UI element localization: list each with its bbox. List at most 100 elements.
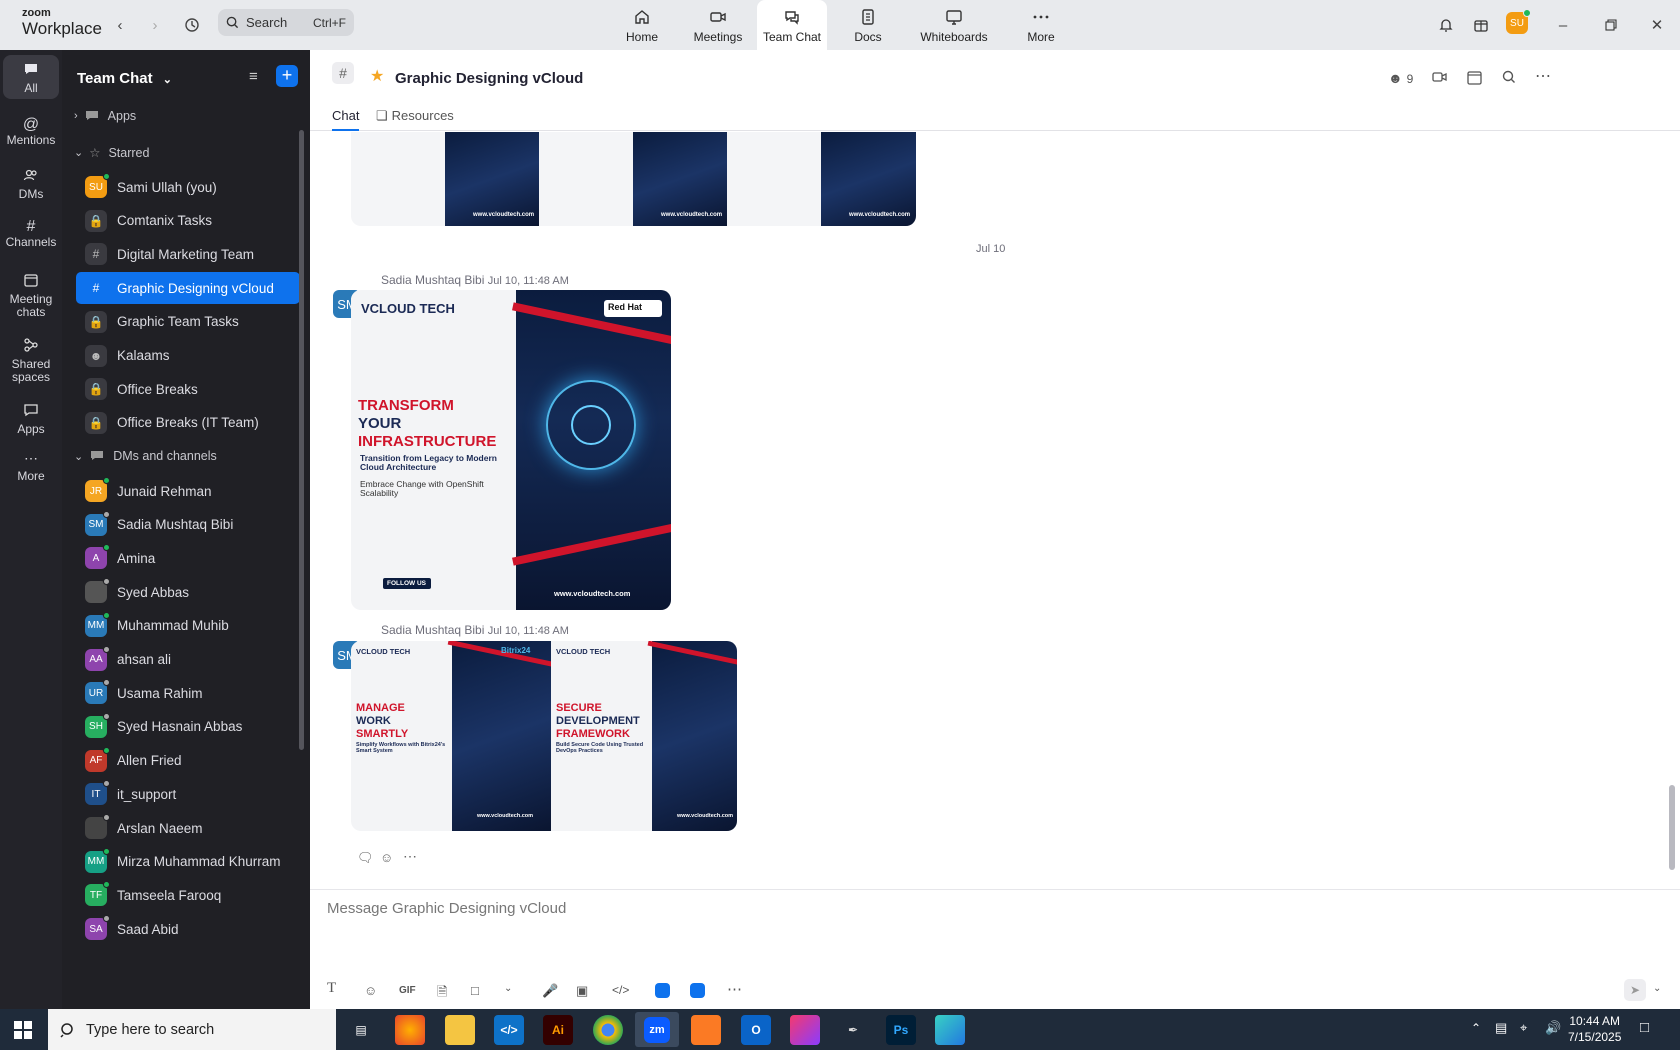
taskbar-clock[interactable]: 10:44 AM 7/15/2025 xyxy=(1568,1013,1621,1045)
xampp-icon[interactable] xyxy=(691,1015,721,1045)
back-arrow-icon[interactable]: ‹ xyxy=(108,13,132,37)
video-camera-icon[interactable] xyxy=(1432,70,1448,87)
screenshot-icon[interactable]: □ xyxy=(471,983,479,998)
more-options-icon[interactable]: ⋯ xyxy=(1535,66,1551,86)
code-snippet-icon[interactable]: </> xyxy=(612,983,629,997)
star-filled-icon[interactable]: ★ xyxy=(370,66,384,86)
chevron-down-icon[interactable]: ⌄ xyxy=(504,983,512,994)
windows-start-icon[interactable] xyxy=(14,1021,32,1044)
tab-chat[interactable]: Chat xyxy=(332,108,360,131)
text-format-icon[interactable]: T xyxy=(327,980,336,997)
pen-tool-icon[interactable]: ✒ xyxy=(838,1015,868,1045)
file-explorer-icon[interactable] xyxy=(445,1015,475,1045)
starred-item[interactable]: 🔒 Graphic Team Tasks xyxy=(76,306,300,338)
starred-item[interactable]: 🔒 Office Breaks xyxy=(76,373,300,405)
history-icon[interactable] xyxy=(180,13,204,37)
tab-meetings[interactable]: Meetings xyxy=(690,0,746,50)
tab-whiteboards[interactable]: Whiteboards xyxy=(918,0,990,50)
zoom-app-icon[interactable] xyxy=(655,983,670,998)
starred-item[interactable]: 🔒 Comtanix Tasks xyxy=(76,205,300,237)
dms-item[interactable]: IT it_support xyxy=(76,778,300,810)
restore-icon[interactable] xyxy=(1599,13,1623,37)
emoji-reaction-icon[interactable]: ☺ xyxy=(380,850,393,865)
message-2-author[interactable]: Sadia Mushtaq Bibi xyxy=(381,623,484,637)
dms-item[interactable]: AA ahsan ali xyxy=(76,644,300,676)
tab-docs[interactable]: Docs xyxy=(848,0,888,50)
starred-item[interactable]: # Graphic Designing vCloud xyxy=(76,272,300,305)
video-message-icon[interactable]: ▣ xyxy=(576,983,588,999)
rail-mentions[interactable]: @ Mentions xyxy=(0,112,62,151)
starred-section[interactable]: ⌄ ☆ Starred xyxy=(74,145,149,161)
creative-cloud-icon[interactable] xyxy=(790,1015,820,1045)
search-bar[interactable]: Search Ctrl+F xyxy=(218,9,354,36)
dms-item[interactable]: AF Allen Fried xyxy=(76,745,300,777)
tray-network-icon[interactable]: ▤ xyxy=(1495,1020,1507,1036)
starred-item[interactable]: # Digital Marketing Team xyxy=(76,238,300,270)
filter-icon[interactable]: ≡ xyxy=(249,68,258,85)
chrome-icon[interactable] xyxy=(593,1015,623,1045)
message-1-author[interactable]: Sadia Mushtaq Bibi xyxy=(381,273,484,287)
forward-arrow-icon[interactable]: › xyxy=(143,13,167,37)
gif-button[interactable]: GIF xyxy=(399,985,416,996)
dms-item[interactable]: Syed Abbas xyxy=(76,576,300,608)
tab-team-chat[interactable]: Team Chat xyxy=(757,0,827,50)
dms-item[interactable]: MM Mirza Muhammad Khurram xyxy=(76,846,300,878)
new-chat-button[interactable]: + xyxy=(276,65,298,87)
vscode-icon[interactable]: </> xyxy=(494,1015,524,1045)
more-tools-icon[interactable]: ⋯ xyxy=(727,980,742,998)
taskbar-search[interactable]: Type here to search xyxy=(48,1009,336,1050)
sidebar-scrollbar[interactable] xyxy=(299,130,304,750)
search-icon[interactable] xyxy=(1502,70,1516,87)
tab-more[interactable]: More xyxy=(1024,0,1058,50)
members-button[interactable]: ☻ 9 xyxy=(1388,70,1413,86)
close-icon[interactable]: ✕ xyxy=(1645,13,1669,37)
send-options-chevron-icon[interactable]: ⌄ xyxy=(1653,983,1661,994)
microphone-icon[interactable]: 🎤 xyxy=(542,983,558,999)
photoshop-icon[interactable]: Ps xyxy=(886,1015,916,1045)
dms-item[interactable]: UR Usama Rahim xyxy=(76,677,300,709)
reply-icon[interactable]: 🗨 xyxy=(357,850,374,866)
poster-pair[interactable]: VCLOUD TECH Bitrix24 MANAGE WORK SMARTLY… xyxy=(351,641,737,831)
bell-icon[interactable] xyxy=(1434,13,1458,37)
rail-more[interactable]: ⋯ More xyxy=(0,446,62,487)
calendar-gift-icon[interactable] xyxy=(1469,13,1493,37)
dms-item[interactable]: A Amina xyxy=(76,542,300,574)
tab-home[interactable]: Home xyxy=(620,0,664,50)
app-icon[interactable] xyxy=(935,1015,965,1045)
earlier-image-strip[interactable]: www.vcloudtech.com www.vcloudtech.com ww… xyxy=(351,132,916,226)
rail-dms[interactable]: DMs xyxy=(0,161,62,205)
dms-item[interactable]: SH Syed Hasnain Abbas xyxy=(76,711,300,743)
starred-item[interactable]: SU Sami Ullah (you) xyxy=(76,171,300,203)
rail-shared-spaces[interactable]: Shared spaces xyxy=(0,331,62,388)
message-input[interactable]: Message Graphic Designing vCloud xyxy=(327,900,566,917)
rail-channels[interactable]: # Channels xyxy=(0,214,62,253)
apps-section[interactable]: › Apps xyxy=(74,109,136,123)
tray-chevron-up-icon[interactable]: ⌃ xyxy=(1471,1021,1481,1035)
more-actions-icon[interactable]: ⋯ xyxy=(403,848,417,865)
poster-transform-infrastructure[interactable]: VCLOUD TECH Red Hat TRANSFORM YOUR INFRA… xyxy=(351,290,671,610)
team-chat-header[interactable]: Team Chat ⌄ xyxy=(77,70,172,87)
tray-wifi-icon[interactable]: ⌖ xyxy=(1520,1020,1527,1036)
rail-apps[interactable]: Apps xyxy=(0,396,62,440)
notification-center-icon[interactable]: □ xyxy=(1640,1019,1649,1036)
illustrator-icon[interactable]: Ai xyxy=(543,1015,573,1045)
rail-meeting-chats[interactable]: Meeting chats xyxy=(0,266,62,323)
chat-scrollbar[interactable] xyxy=(1669,785,1675,870)
dms-item[interactable]: TF Tamseela Farooq xyxy=(76,879,300,911)
emoji-icon[interactable]: ☺ xyxy=(364,983,377,998)
dms-item[interactable]: SM Sadia Mushtaq Bibi xyxy=(76,509,300,541)
zoom-taskbar-button[interactable]: zm xyxy=(635,1012,679,1047)
minimize-icon[interactable]: – xyxy=(1551,13,1575,37)
tray-volume-icon[interactable]: 🔊 xyxy=(1545,1020,1561,1036)
send-button[interactable]: ➤ xyxy=(1624,979,1646,1001)
task-view-icon[interactable]: ▤ xyxy=(346,1015,376,1045)
outlook-icon[interactable]: O xyxy=(741,1015,771,1045)
dms-item[interactable]: JR Junaid Rehman xyxy=(76,475,300,507)
dms-item[interactable]: MM Muhammad Muhib xyxy=(76,610,300,642)
channel-title[interactable]: Graphic Designing vCloud xyxy=(395,70,583,87)
dms-item[interactable]: SA Saad Abid xyxy=(76,913,300,945)
starred-item[interactable]: ☻ Kalaams xyxy=(76,340,300,372)
dms-item[interactable]: Arslan Naeem xyxy=(76,812,300,844)
tab-resources[interactable]: ❏ Resources xyxy=(376,108,454,124)
rail-all[interactable]: All xyxy=(0,55,62,99)
